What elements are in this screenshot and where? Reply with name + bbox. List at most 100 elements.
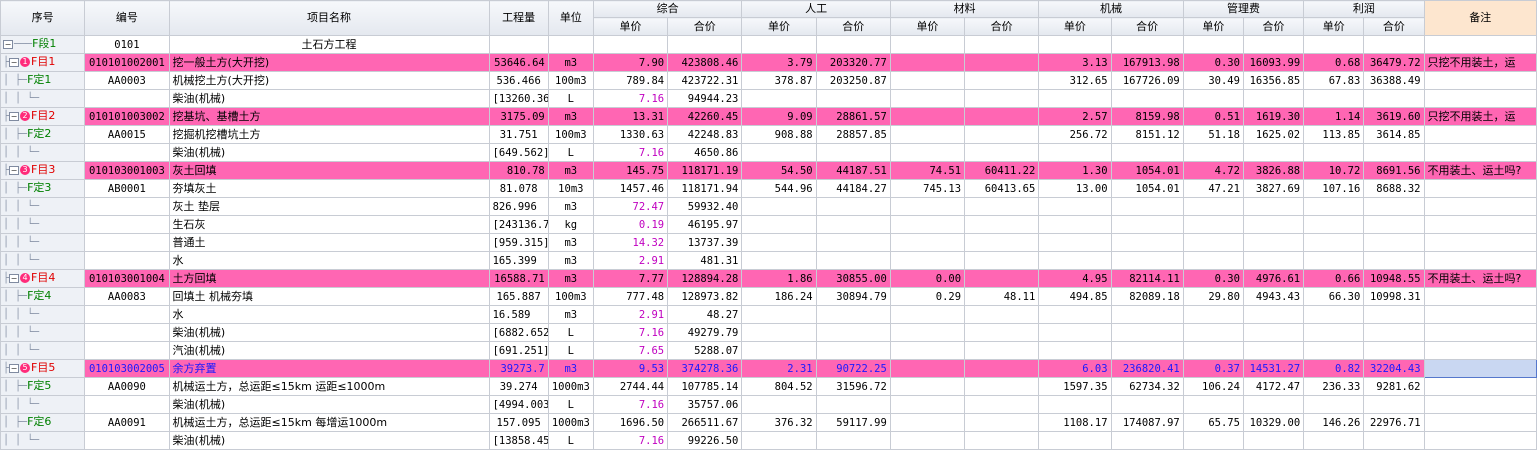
cell-mgmt-total[interactable]: 4976.61 (1242, 269, 1305, 288)
cell-machine-total[interactable] (1110, 395, 1184, 414)
row-quantity[interactable]: [13260.36 (488, 89, 549, 108)
row-unit[interactable]: m3 (547, 161, 594, 180)
cell-profit-price[interactable] (1303, 233, 1365, 252)
header-management-price[interactable]: 单价 (1182, 17, 1244, 36)
cell-material-total[interactable] (964, 89, 1040, 108)
cell-comp-total[interactable]: 374278.36 (667, 359, 743, 378)
cell-machine-price[interactable]: 4.95 (1038, 269, 1112, 288)
row-code[interactable]: AA0015 (84, 125, 170, 144)
cell-machine-total[interactable] (1110, 305, 1184, 324)
cell-profit-price[interactable] (1303, 143, 1365, 162)
row-seq[interactable]: │ │ └─ (0, 431, 86, 450)
row-seq[interactable]: │ ├─F定6 (0, 413, 86, 432)
cell-mgmt-total[interactable]: 4172.47 (1242, 377, 1305, 396)
cell-material-price[interactable] (889, 251, 966, 270)
row-name[interactable]: 生石灰 (168, 215, 490, 234)
cell-material-price[interactable] (889, 395, 966, 414)
cell-mgmt-total[interactable] (1242, 143, 1305, 162)
row-seq[interactable]: ├ −3 F目3 (0, 161, 86, 180)
cell-mgmt-total[interactable] (1242, 251, 1305, 270)
cell-material-total[interactable] (964, 359, 1040, 378)
material-row[interactable]: │ │ └─ 柴油(机械) [13260.36 L 7.16 94944.23 (0, 89, 1537, 108)
cell-machine-total[interactable]: 174087.97 (1110, 413, 1184, 432)
row-seq[interactable]: │ ├─F定2 (0, 125, 86, 144)
cell-labor-price[interactable] (741, 233, 817, 252)
cell-material-total[interactable]: 60411.22 (964, 161, 1040, 180)
row-quantity[interactable]: [13858.45 (488, 431, 549, 450)
cell-comp-price[interactable]: 1696.50 (592, 413, 669, 432)
row-quantity[interactable]: 157.095 (488, 413, 549, 432)
cell-profit-price[interactable]: 66.30 (1303, 287, 1365, 306)
cell-profit-price[interactable] (1303, 251, 1365, 270)
row-seq[interactable]: │ ├─F定5 (0, 377, 86, 396)
row-unit[interactable]: L (547, 341, 594, 360)
cell-mgmt-price[interactable] (1182, 35, 1244, 54)
row-remark[interactable] (1423, 287, 1537, 306)
row-seq[interactable]: │ │ └─ (0, 305, 86, 324)
cell-comp-total[interactable]: 35757.06 (667, 395, 743, 414)
cell-mgmt-total[interactable] (1242, 35, 1305, 54)
cell-labor-total[interactable]: 31596.72 (815, 377, 891, 396)
cell-labor-total[interactable] (815, 35, 891, 54)
cell-labor-total[interactable]: 203250.87 (815, 71, 891, 90)
row-quantity[interactable]: 165.399 (488, 251, 549, 270)
row-remark[interactable] (1423, 359, 1537, 378)
row-name[interactable]: 柴油(机械) (168, 143, 490, 162)
quota-row[interactable]: │ ├─F定3 AB0001 夯填灰土 81.078 10m3 1457.46 118171… (0, 179, 1537, 198)
header-group-material[interactable]: 材料 (889, 0, 1040, 18)
cell-comp-price[interactable]: 7.16 (592, 89, 669, 108)
collapse-toggle-icon[interactable]: − (3, 39, 13, 49)
cell-material-price[interactable] (889, 89, 966, 108)
cell-profit-total[interactable] (1363, 305, 1425, 324)
material-row[interactable]: │ │ └─ 柴油(机械) [649.562] L 7.16 4650.86 (0, 143, 1537, 162)
row-code[interactable]: AA0003 (84, 71, 170, 90)
cell-mgmt-price[interactable] (1182, 233, 1244, 252)
row-remark[interactable] (1423, 413, 1537, 432)
material-row[interactable]: │ │ └─ 水 16.589 m3 2.91 48.27 (0, 305, 1537, 324)
cell-labor-price[interactable]: 9.09 (741, 107, 817, 126)
row-code[interactable] (84, 323, 170, 342)
material-row[interactable]: │ │ └─ 柴油(机械) [13858.45 L 7.16 99226.50 (0, 431, 1537, 450)
cell-material-total[interactable] (964, 341, 1040, 360)
row-quantity[interactable]: 165.887 (488, 287, 549, 306)
cell-comp-price[interactable]: 1457.46 (592, 179, 669, 198)
row-quantity[interactable] (488, 35, 549, 54)
header-group-comprehensive[interactable]: 综合 (592, 0, 743, 18)
row-unit[interactable]: m3 (547, 359, 594, 378)
cell-mgmt-total[interactable] (1242, 395, 1305, 414)
row-name[interactable]: 土石方工程 (168, 35, 490, 54)
row-code[interactable]: AB0001 (84, 179, 170, 198)
row-code[interactable] (84, 395, 170, 414)
cell-machine-price[interactable]: 2.57 (1038, 107, 1112, 126)
row-remark[interactable] (1423, 251, 1537, 270)
header-management-total[interactable]: 合价 (1242, 17, 1305, 36)
cell-labor-total[interactable] (815, 323, 891, 342)
row-code[interactable] (84, 143, 170, 162)
header-labor-total[interactable]: 合价 (815, 17, 891, 36)
item-row[interactable]: ├ −4 F目4 010103001004 土方回填 16588.71 m3 7.77 1288… (0, 269, 1537, 288)
cell-labor-total[interactable] (815, 431, 891, 450)
row-unit[interactable] (547, 35, 594, 54)
cell-profit-total[interactable] (1363, 89, 1425, 108)
header-labor-price[interactable]: 单价 (741, 17, 817, 36)
cell-material-price[interactable] (889, 377, 966, 396)
cell-comp-total[interactable]: 266511.67 (667, 413, 743, 432)
row-code[interactable]: AA0090 (84, 377, 170, 396)
cell-profit-total[interactable]: 3614.85 (1363, 125, 1425, 144)
row-name[interactable]: 汽油(机械) (168, 341, 490, 360)
cell-labor-price[interactable] (741, 341, 817, 360)
cell-material-total[interactable] (964, 251, 1040, 270)
cell-labor-total[interactable] (815, 197, 891, 216)
cell-labor-total[interactable] (815, 395, 891, 414)
cell-labor-total[interactable]: 44184.27 (815, 179, 891, 198)
cell-profit-price[interactable]: 146.26 (1303, 413, 1365, 432)
cell-labor-price[interactable] (741, 305, 817, 324)
header-code[interactable]: 编号 (84, 0, 170, 36)
cell-mgmt-price[interactable]: 0.30 (1182, 269, 1244, 288)
cell-mgmt-total[interactable] (1242, 233, 1305, 252)
row-name[interactable]: 柴油(机械) (168, 395, 490, 414)
cell-profit-price[interactable]: 67.83 (1303, 71, 1365, 90)
cell-material-total[interactable] (964, 53, 1040, 72)
cell-machine-total[interactable] (1110, 35, 1184, 54)
row-unit[interactable]: m3 (547, 233, 594, 252)
